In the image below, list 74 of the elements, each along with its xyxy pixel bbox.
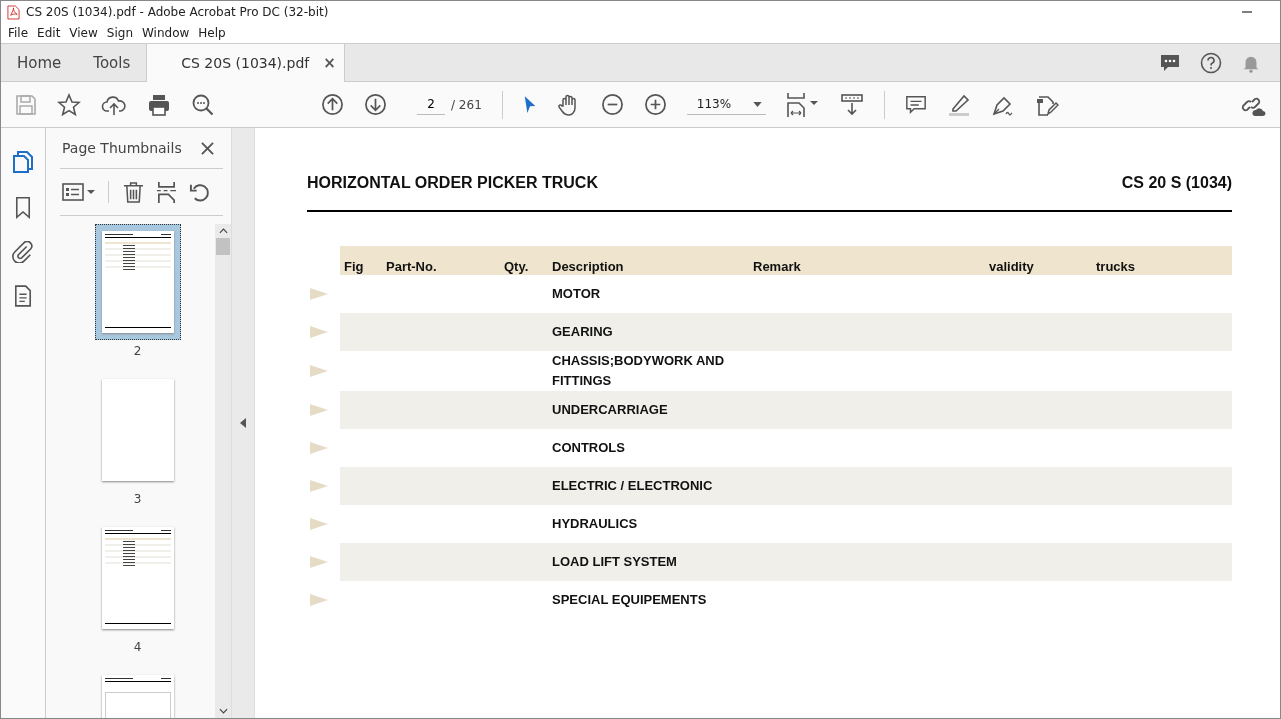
arrow-up-circle-icon[interactable] [321,93,344,116]
table-cell-text: CHASSIS;BODYWORK AND FITTINGS [552,352,726,390]
column-header: Description [552,259,625,275]
table-cell-text: SPECIAL EQUIPEMENTS [552,591,708,609]
insert-page-icon[interactable] [156,180,177,204]
triangle-marker-icon[interactable] [310,480,328,492]
scroll-mode-icon[interactable] [840,92,865,117]
triangle-marker-icon[interactable] [310,404,328,416]
document-icon[interactable] [14,285,32,307]
menu-item[interactable]: Edit [33,26,66,40]
tab[interactable]: Tools [77,44,147,81]
pages-icon[interactable] [12,150,34,174]
column-header: validity [989,259,1035,275]
model-number: CS 20 S (1034) [1121,174,1232,192]
fit-page-icon[interactable] [786,91,821,118]
table-cell-text: MOTOR [552,285,602,303]
table-cell-text: LOAD LIFT SYSTEM [552,553,678,571]
column-header: Remark [753,259,802,275]
help-icon[interactable] [1200,51,1222,74]
cursor-icon[interactable] [522,94,537,115]
menu-item[interactable]: Help [194,26,231,40]
arrow-down-circle-icon[interactable] [364,93,387,116]
panel-title: Page Thumbnails [62,140,182,156]
zoom-out-icon[interactable] [600,93,624,116]
menu-item[interactable]: Sign [102,26,138,40]
paperclip-icon[interactable] [12,241,34,263]
page-number-field[interactable]: 2 [417,94,445,115]
triangle-marker-icon[interactable] [310,288,328,300]
trash-icon[interactable] [123,180,144,204]
column-header: Qty. [504,259,530,275]
tab[interactable]: Home [1,44,78,81]
menu-item[interactable]: View [65,26,103,40]
tab[interactable]: CS 20S (1034).pdf × [146,44,345,82]
bookmark-icon[interactable] [15,196,31,219]
print-icon[interactable] [147,92,171,117]
search-icon[interactable] [191,92,215,117]
menu-item[interactable]: File [4,26,34,40]
column-header: trucks [1096,259,1136,275]
close-tab-icon[interactable]: × [323,54,336,72]
scroll-down-icon[interactable] [218,708,228,714]
scroll-up-icon[interactable] [218,228,228,234]
page-number: 4 [133,640,142,654]
comment-icon[interactable] [905,93,928,116]
highlighter-icon[interactable] [947,92,972,117]
page-thumbnail[interactable] [94,224,181,340]
triangle-marker-icon[interactable] [310,594,328,606]
menu-item[interactable]: Window [138,26,195,40]
document-title: HORIZONTAL ORDER PICKER TRUCK [307,174,598,192]
caret-icon[interactable] [753,101,763,107]
zoom-dropdown[interactable]: 113% [686,94,767,115]
table-cell-text: CONTROLS [552,439,626,457]
triangle-marker-icon[interactable] [310,518,328,530]
table-cell-text: HYDRAULICS [552,515,639,533]
table-cell-text: UNDERCARRIAGE [552,401,669,419]
scrollbar[interactable] [215,224,231,718]
column-header: Fig [344,259,365,275]
page-number: 3 [133,492,142,506]
collapse-panel-icon[interactable] [240,418,246,428]
pdf-file-icon [7,4,20,20]
triangle-marker-icon[interactable] [310,326,328,338]
table-cell-text: GEARING [552,323,614,341]
star-icon[interactable] [57,92,81,117]
zoom-in-icon[interactable] [643,93,667,116]
scrollbar-thumb[interactable] [216,238,230,255]
options-menu-icon[interactable] [62,182,96,202]
close-icon[interactable] [201,141,214,155]
triangle-marker-icon[interactable] [310,442,328,454]
page-count: / 261 [451,97,482,112]
triangle-marker-icon[interactable] [310,556,328,568]
page-number: 2 [133,344,142,358]
window-title: CS 20S (1034).pdf - Adobe Acrobat Pro DC (32-bit) [26,5,330,19]
column-header: Part-No. [386,259,438,275]
table-cell-text: ELECTRIC / ELECTRONIC [552,477,714,495]
triangle-marker-icon[interactable] [310,365,328,377]
